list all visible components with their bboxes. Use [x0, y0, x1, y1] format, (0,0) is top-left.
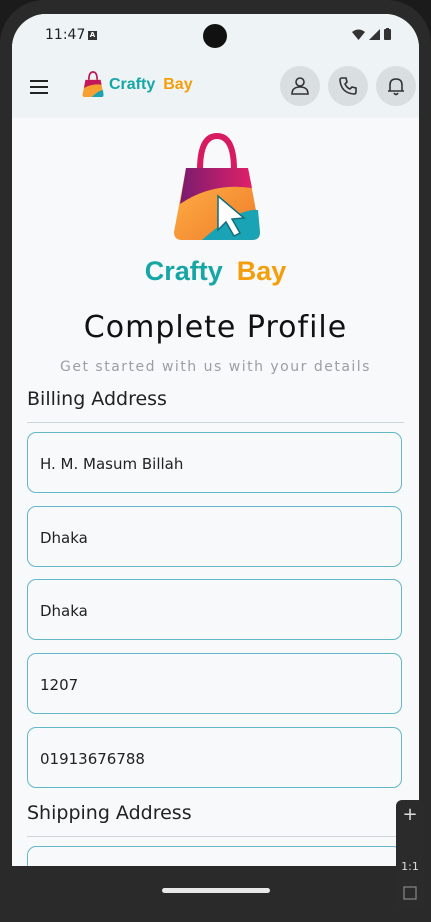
brand-title-secondary: Bay [236, 256, 287, 286]
billing-divider [27, 422, 404, 423]
billing-city-field[interactable] [27, 506, 402, 568]
app-bar: Crafty Bay [12, 60, 419, 118]
screenshot-icon[interactable] [403, 886, 417, 900]
status-time: 11:47 [45, 27, 86, 43]
billing-name-input[interactable] [38, 433, 392, 494]
notifications-button[interactable] [376, 66, 416, 106]
navigation-bar [0, 866, 431, 922]
billing-postcode-field[interactable] [27, 653, 402, 715]
billing-phone-input[interactable] [38, 728, 392, 789]
emulator-zoom-controls: + 1:1 [396, 800, 424, 910]
person-icon [291, 77, 309, 95]
status-icons [352, 28, 391, 40]
crafty-bay-logo-large [174, 132, 260, 240]
billing-phone-field[interactable] [27, 727, 402, 789]
brand-primary: Crafty [109, 76, 156, 93]
status-bar: 11:47 A [12, 14, 419, 60]
brand-secondary: Bay [163, 76, 193, 93]
shipping-heading: Shipping Address [27, 802, 192, 824]
zoom-ratio-label[interactable]: 1:1 [396, 860, 424, 873]
phone-icon [339, 77, 357, 95]
crafty-bay-logo [82, 71, 104, 97]
page-subtitle: Get started with us with your details [60, 359, 371, 375]
home-gesture-bar[interactable] [162, 888, 270, 893]
brand-title-primary: Crafty [144, 256, 223, 286]
zoom-in-icon[interactable]: + [396, 804, 424, 825]
brand-title: Crafty Bay [12, 256, 419, 287]
billing-state-field[interactable] [27, 579, 402, 641]
screen: 11:47 A Crafty Bay Crafty Bay Complete P… [12, 14, 419, 880]
front-camera [203, 24, 227, 48]
billing-state-input[interactable] [38, 580, 392, 641]
battery-icon [384, 28, 391, 40]
profile-button[interactable] [280, 66, 320, 106]
billing-city-input[interactable] [38, 507, 392, 568]
page-title: Complete Profile [83, 310, 348, 345]
notification-icon: A [88, 31, 97, 40]
bell-icon [388, 78, 404, 96]
wifi-icon [352, 29, 365, 40]
call-button[interactable] [328, 66, 368, 106]
hamburger-menu-icon[interactable] [30, 80, 48, 94]
app-brand: Crafty Bay [109, 76, 193, 94]
shipping-divider [27, 836, 404, 837]
billing-postcode-input[interactable] [38, 654, 392, 715]
billing-name-field[interactable] [27, 432, 402, 494]
billing-heading: Billing Address [27, 388, 167, 410]
signal-icon [369, 28, 380, 40]
